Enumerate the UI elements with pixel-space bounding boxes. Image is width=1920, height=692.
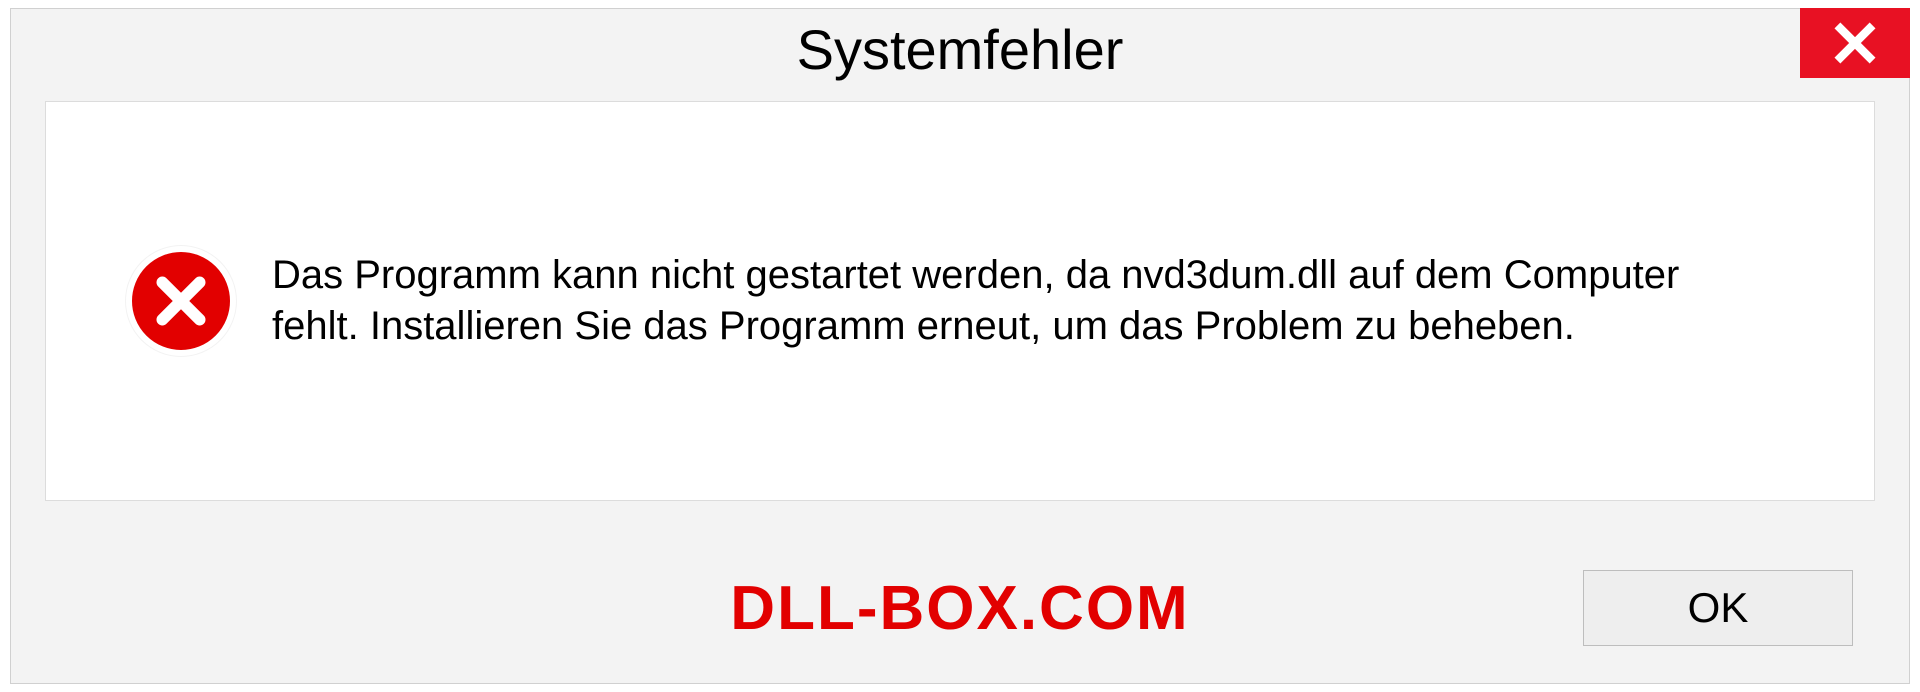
ok-button-label: OK [1688, 584, 1749, 632]
close-button[interactable] [1800, 8, 1910, 78]
titlebar: Systemfehler [11, 9, 1909, 89]
watermark-text: DLL-BOX.COM [730, 573, 1189, 644]
dialog-title: Systemfehler [797, 17, 1124, 82]
close-icon [1833, 21, 1877, 65]
dialog-footer: DLL-BOX.COM OK [11, 533, 1909, 683]
error-message: Das Programm kann nicht gestartet werden… [272, 250, 1772, 352]
error-icon [126, 246, 236, 356]
ok-button[interactable]: OK [1583, 570, 1853, 646]
error-dialog: Systemfehler Das Programm kann nicht ges… [10, 8, 1910, 684]
dialog-content: Das Programm kann nicht gestartet werden… [45, 101, 1875, 501]
